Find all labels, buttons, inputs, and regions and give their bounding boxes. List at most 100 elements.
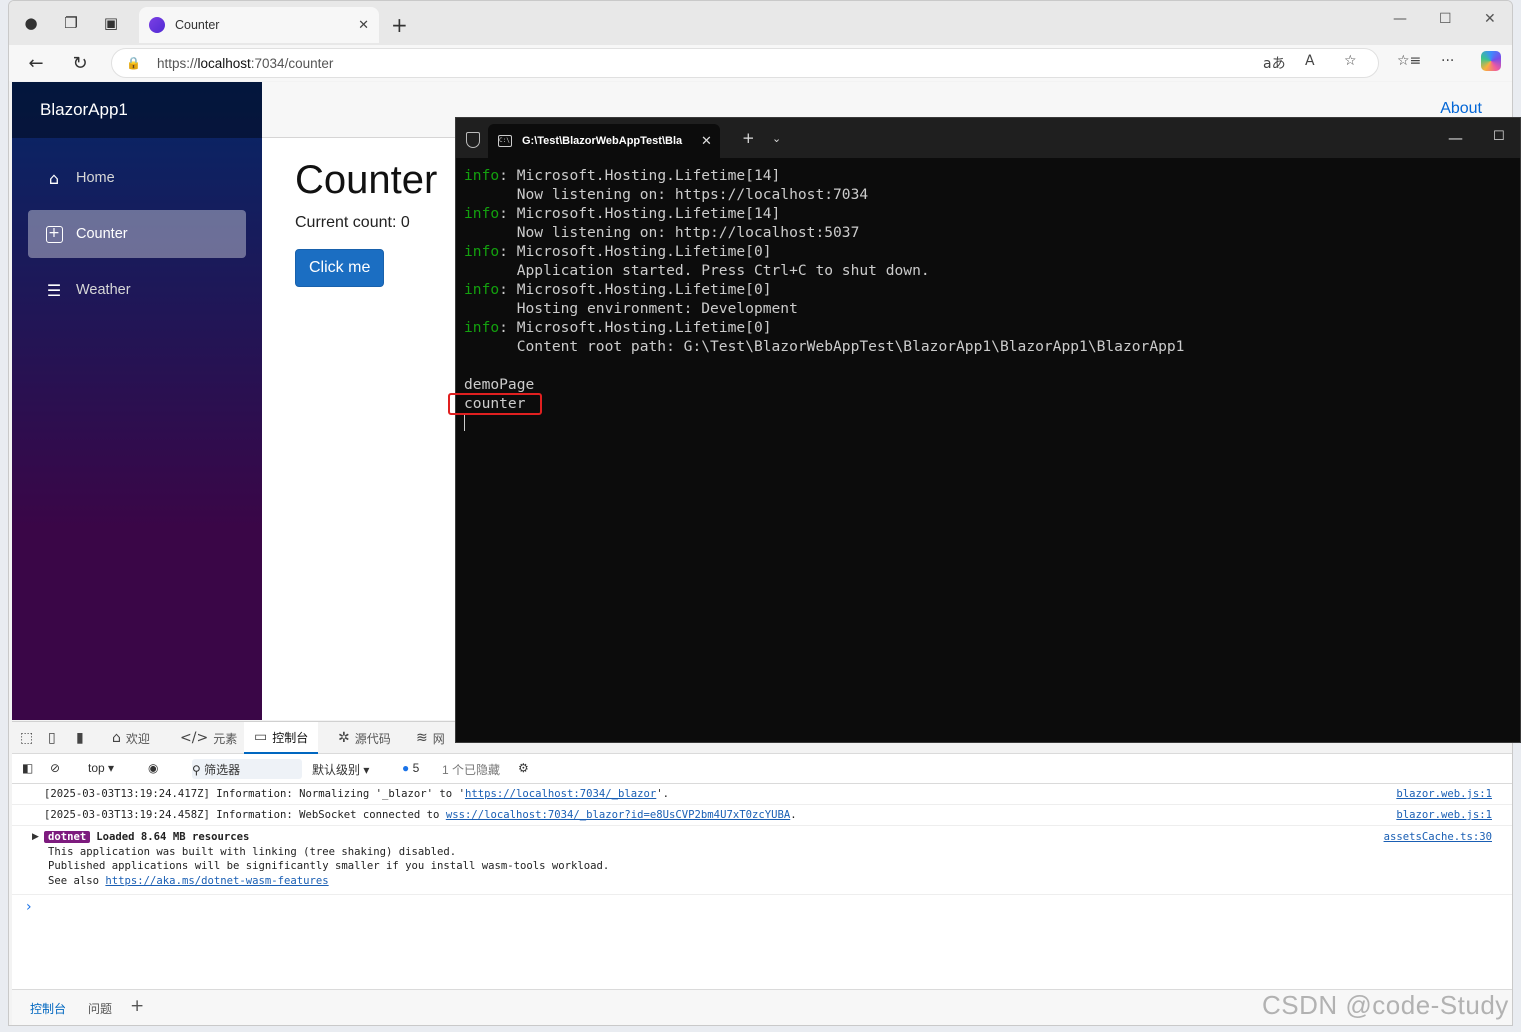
brand-bar: BlazorApp1 — [12, 82, 262, 138]
plus-square-icon: + — [44, 224, 64, 244]
browser-toolbar: ← ↻ 🔒 https://localhost:7034/counter aあ … — [9, 45, 1512, 81]
device-toggle-icon[interactable]: ▯ — [48, 722, 61, 754]
minimize-icon[interactable]: — — [1448, 129, 1463, 147]
context-select[interactable]: top ▾ — [88, 761, 114, 775]
nav-menu: ⌂ Home + Counter ☰ Weather — [12, 154, 262, 314]
drawer-tab-console[interactable]: 控制台 — [30, 1000, 66, 1017]
code-icon: </> — [180, 730, 209, 746]
terminal-tab-title: G:\Test\BlazorWebAppTest\Bla — [522, 135, 683, 147]
filter-label: ⚲ 筛选器 — [192, 763, 241, 777]
settings-gear-icon[interactable]: ⚙ — [518, 761, 529, 775]
workspaces-icon[interactable]: ❐ — [59, 11, 83, 35]
terminal-line: Now listening on: https://localhost:7034 — [464, 186, 869, 203]
brand-link[interactable]: BlazorApp1 — [40, 100, 128, 120]
terminal-line: info: Microsoft.Hosting.Lifetime[0] — [464, 281, 772, 298]
more-icon[interactable]: ··· — [1441, 53, 1454, 69]
read-aloud-icon[interactable]: A — [1305, 53, 1315, 69]
close-window-icon[interactable]: ✕ — [1484, 11, 1496, 27]
issues-counter[interactable]: ● 5 — [402, 761, 419, 775]
copilot-icon[interactable] — [1481, 51, 1501, 71]
refresh-icon[interactable]: ↻ — [67, 51, 93, 75]
log-link[interactable]: https://localhost:7034/_blazor — [465, 788, 656, 800]
chevron-down-icon[interactable]: ⌄ — [772, 132, 781, 145]
tab-strip: ● ❐ ▣ Counter ✕ + — ☐ ✕ — [9, 1, 1512, 45]
home-icon: ⌂ — [48, 168, 60, 188]
main-content: Counter Current count: 0 Click me — [295, 158, 437, 287]
message-icon: ● — [402, 761, 410, 775]
terminal-output[interactable]: info: Microsoft.Hosting.Lifetime[14] Now… — [456, 158, 1520, 432]
tab-elements[interactable]: </> 元素 — [180, 722, 237, 754]
lock-icon[interactable]: 🔒 — [126, 56, 141, 70]
terminal-cursor — [464, 413, 1520, 432]
tab-sources[interactable]: ✲ 源代码 — [338, 722, 391, 754]
dock-icon[interactable]: ▮ — [76, 722, 89, 754]
browser-tab[interactable]: Counter ✕ — [139, 7, 379, 43]
log-link[interactable]: wss://localhost:7034/_blazor?id=e8UsCVP2… — [446, 809, 790, 821]
nav-item-counter[interactable]: + Counter — [28, 210, 246, 258]
close-tab-icon[interactable]: ✕ — [358, 18, 369, 33]
about-link[interactable]: About — [1440, 100, 1482, 118]
nav-item-home[interactable]: ⌂ Home — [28, 154, 246, 202]
translate-icon[interactable]: aあ — [1263, 53, 1286, 73]
log-group: ▶ dotnet Loaded 8.64 MB resources This ap… — [12, 826, 1512, 896]
profile-icon[interactable]: ● — [19, 11, 43, 35]
terminal-line: Hosting environment: Development — [464, 300, 798, 317]
tab-welcome[interactable]: ⌂ 欢迎 — [112, 722, 150, 754]
terminal-line: demoPage — [464, 376, 535, 393]
home-icon: ⌂ — [112, 730, 121, 746]
live-expression-icon[interactable]: ◉ — [148, 761, 158, 775]
click-me-button[interactable]: Click me — [295, 249, 385, 287]
expand-caret-icon[interactable]: ▶ — [32, 830, 39, 845]
vertical-tabs-icon[interactable]: ▣ — [99, 11, 123, 35]
address-bar[interactable]: 🔒 https://localhost:7034/counter — [111, 48, 1379, 78]
shield-icon — [466, 132, 480, 148]
favorites-icon[interactable]: ☆≡ — [1397, 53, 1421, 69]
terminal-line: Now listening on: http://localhost:5037 — [464, 224, 860, 241]
terminal-line: info: Microsoft.Hosting.Lifetime[14] — [464, 205, 781, 222]
docs-link[interactable]: https://aka.ms/dotnet-wasm-features — [105, 875, 328, 887]
new-tab-icon[interactable]: + — [391, 13, 408, 37]
new-tab-icon[interactable]: + — [742, 129, 755, 147]
minimize-icon[interactable]: — — [1393, 11, 1407, 27]
clear-console-icon[interactable]: ⊘ — [50, 761, 60, 775]
nav-item-label: Counter — [76, 226, 128, 242]
favorite-star-icon[interactable]: ☆ — [1344, 53, 1357, 69]
log-source-link[interactable]: assetsCache.ts:30 — [1384, 830, 1492, 844]
inspect-icon[interactable]: ⬚ — [20, 722, 38, 754]
list-icon: ☰ — [46, 280, 62, 300]
nav-item-label: Home — [76, 170, 115, 186]
current-count: Current count: 0 — [295, 214, 410, 231]
maximize-icon[interactable]: ☐ — [1439, 11, 1452, 27]
terminal-tab[interactable]: C:\ G:\Test\BlazorWebAppTest\Bla ✕ — [488, 124, 720, 158]
nav-item-weather[interactable]: ☰ Weather — [28, 266, 246, 314]
console-toolbar: ◧ ⊘ top ▾ ◉ ⚲ 筛选器 默认级别 ▾ ● 5 1 个已隐藏 ⚙ — [12, 754, 1512, 784]
terminal-line: counter — [464, 395, 526, 412]
log-source-link[interactable]: blazor.web.js:1 — [1396, 805, 1492, 826]
back-icon[interactable]: ← — [23, 51, 49, 75]
sidebar: BlazorApp1 ⌂ Home + Counter ☰ Weather — [12, 82, 262, 720]
console-icon: C:\ — [498, 135, 512, 147]
console-prompt[interactable]: › — [12, 899, 1512, 915]
log-source-link[interactable]: blazor.web.js:1 — [1396, 784, 1492, 805]
log-level-select[interactable]: 默认级别 ▾ — [312, 761, 369, 778]
dotnet-badge: dotnet — [44, 831, 91, 843]
log-line: [2025-03-03T13:19:24.417Z] Information: … — [12, 784, 1512, 805]
watermark: CSDN @code-Study — [1262, 990, 1509, 1020]
terminal-titlebar: C:\ G:\Test\BlazorWebAppTest\Bla ✕ + ⌄ —… — [456, 118, 1520, 158]
tab-console[interactable]: ▭ 控制台 — [244, 722, 319, 754]
close-tab-icon[interactable]: ✕ — [701, 134, 712, 149]
wifi-icon: ≋ — [416, 730, 428, 746]
terminal-line: info: Microsoft.Hosting.Lifetime[0] — [464, 243, 772, 260]
url-text: https://localhost:7034/counter — [156, 55, 334, 71]
maximize-icon[interactable]: ☐ — [1493, 129, 1505, 144]
add-tab-icon[interactable]: + — [130, 996, 144, 1016]
tab-title: Counter — [175, 18, 220, 32]
log-line: [2025-03-03T13:19:24.458Z] Information: … — [12, 805, 1512, 826]
hidden-count: 1 个已隐藏 — [442, 763, 501, 777]
tab-network[interactable]: ≋ 网 — [416, 722, 445, 754]
terminal-line: Application started. Press Ctrl+C to shu… — [464, 262, 930, 279]
drawer-tab-issues[interactable]: 问题 — [88, 1000, 112, 1017]
sidebar-toggle-icon[interactable]: ◧ — [22, 761, 33, 775]
highlight-box — [448, 393, 542, 415]
